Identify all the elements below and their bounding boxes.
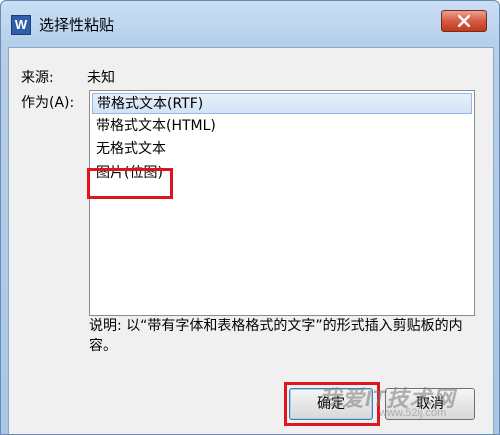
list-item-plain-text[interactable]: 无格式文本 bbox=[92, 139, 472, 160]
site-watermark-url: www.52ij.com bbox=[379, 407, 447, 419]
list-item-rtf[interactable]: 带格式文本(RTF) bbox=[92, 93, 472, 114]
format-description: 说明: 以“带有字体和表格格式的文字”的形式插入剪贴板的内容。 bbox=[89, 318, 463, 354]
source-value: 未知 bbox=[87, 70, 115, 86]
title-bar[interactable]: W 选择性粘贴 bbox=[1, 1, 499, 47]
dialog-title: 选择性粘贴 bbox=[39, 16, 115, 34]
paste-as-label: 作为(A): bbox=[21, 95, 75, 111]
source-label: 来源: bbox=[21, 70, 54, 86]
wps-writer-icon: W bbox=[11, 15, 31, 35]
close-icon bbox=[458, 15, 470, 27]
list-item-html[interactable]: 带格式文本(HTML) bbox=[92, 116, 472, 137]
paste-format-list[interactable]: 带格式文本(RTF) 带格式文本(HTML) 无格式文本 图片(位图) bbox=[89, 90, 475, 316]
dialog-body: 来源: 未知 作为(A): 带格式文本(RTF) 带格式文本(HTML) 无格式… bbox=[8, 47, 494, 434]
close-button[interactable] bbox=[441, 10, 487, 32]
highlight-box-picture-option bbox=[87, 168, 173, 199]
paste-special-dialog: W 选择性粘贴 来源: 未知 作为(A): 带格式文本(RTF) 带格式文本(H… bbox=[0, 0, 500, 435]
